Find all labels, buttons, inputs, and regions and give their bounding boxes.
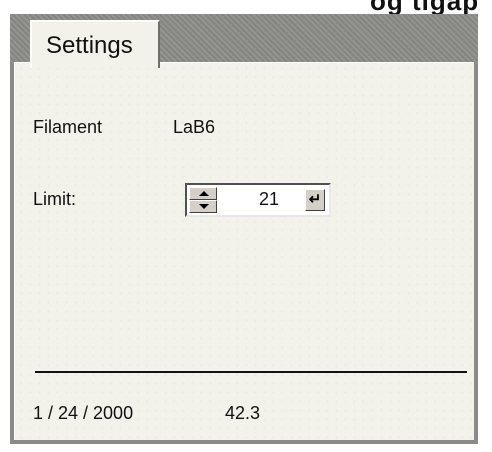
filament-label: Filament xyxy=(33,117,103,137)
limit-stepper[interactable]: 21 ↵ xyxy=(185,183,331,217)
app-window: og tigap Settings Filament LaB6 Limit: 2… xyxy=(0,0,492,452)
limit-value[interactable]: 21 xyxy=(243,189,295,210)
status-date: 1 / 24 / 2000 xyxy=(33,403,134,423)
tab-settings-label: Settings xyxy=(46,32,133,59)
spin-down-button[interactable] xyxy=(189,200,217,213)
settings-panel: Settings Filament LaB6 Limit: 21 ↵ 1 / 2… xyxy=(10,14,478,444)
filament-value: LaB6 xyxy=(173,117,216,137)
spin-up-icon xyxy=(199,191,209,196)
tab-settings[interactable]: Settings xyxy=(30,20,160,68)
enter-button[interactable]: ↵ xyxy=(305,189,325,211)
spin-buttons xyxy=(189,187,217,213)
enter-icon: ↵ xyxy=(308,191,322,208)
spin-down-icon xyxy=(199,204,209,209)
tab-content: Filament LaB6 Limit: 21 ↵ 1 / 24 / 2000 … xyxy=(14,62,474,440)
status-reading: 42.3 xyxy=(225,403,261,423)
divider xyxy=(35,371,467,373)
spin-up-button[interactable] xyxy=(189,187,217,200)
limit-label: Limit: xyxy=(33,189,77,209)
